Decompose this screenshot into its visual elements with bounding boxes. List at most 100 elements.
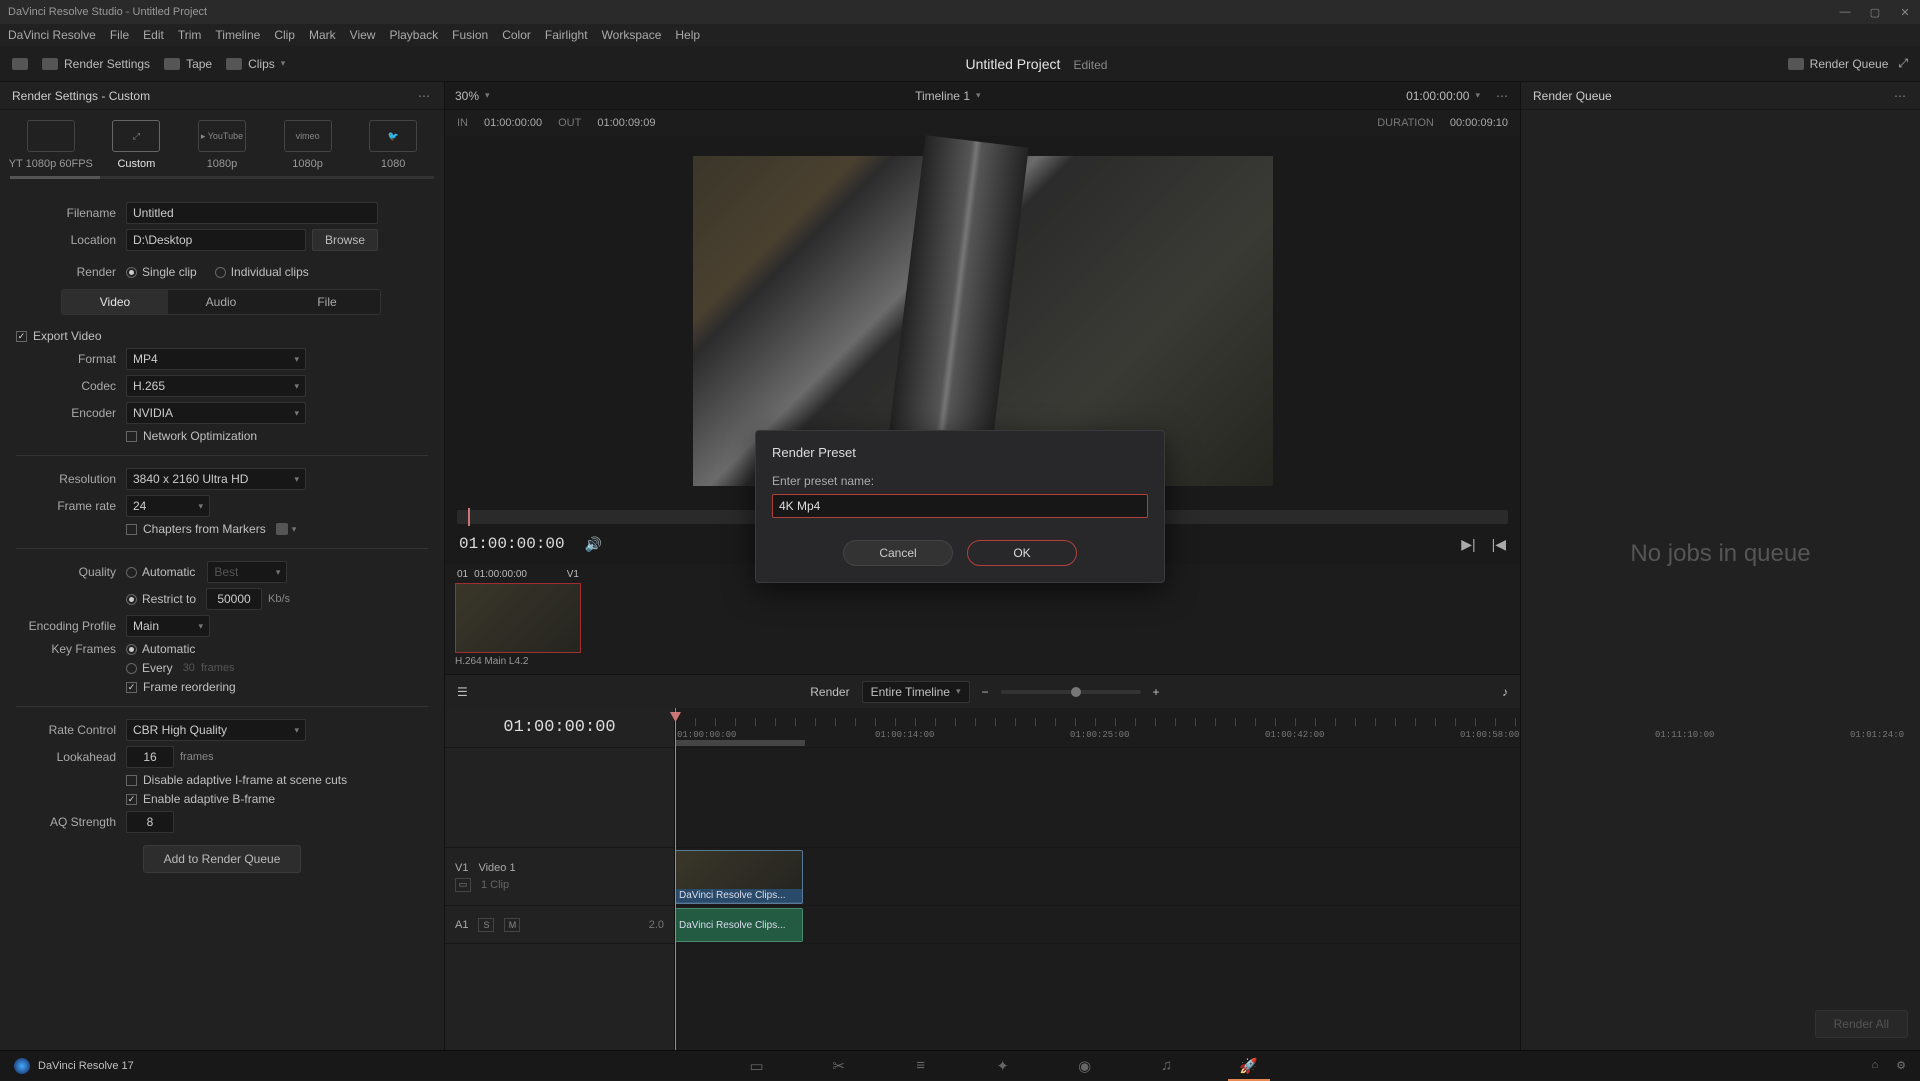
track-header-v1[interactable]: V1Video 1 ▭1 Clip xyxy=(445,848,674,906)
single-clip-radio[interactable] xyxy=(126,267,137,278)
video-clip[interactable]: DaVinci Resolve Clips... xyxy=(675,850,803,904)
preset-item-vimeo[interactable]: vimeo1080p xyxy=(265,120,351,170)
cut-page-icon[interactable]: ✂ xyxy=(828,1057,850,1075)
codec-select[interactable]: H.265▾ xyxy=(126,375,306,397)
minimize-icon[interactable]: — xyxy=(1838,5,1852,19)
menu-item[interactable]: Mark xyxy=(309,28,336,42)
aq-input[interactable] xyxy=(126,811,174,833)
menu-item[interactable]: Workspace xyxy=(602,28,662,42)
timeline-tracks[interactable]: 01:00:00:00 01:00:14:00 01:00:25:00 01:0… xyxy=(675,708,1520,1050)
resolution-select[interactable]: 3840 x 2160 Ultra HD▾ xyxy=(126,468,306,490)
tab-file[interactable]: File xyxy=(274,290,380,314)
location-input[interactable] xyxy=(126,229,306,251)
lookahead-input[interactable] xyxy=(126,746,174,768)
preset-item-custom[interactable]: ⤢Custom xyxy=(94,120,180,170)
zoom-in-icon[interactable]: + xyxy=(1153,685,1160,699)
menu-item[interactable]: Help xyxy=(675,28,700,42)
fairlight-page-icon[interactable]: ♫ xyxy=(1156,1057,1178,1075)
panel-menu-icon[interactable]: ⋯ xyxy=(418,89,432,103)
track-header-a1[interactable]: A1 S M 2.0 xyxy=(445,906,674,944)
zoom-value[interactable]: 30% xyxy=(455,89,479,103)
quality-auto-radio[interactable] xyxy=(126,567,137,578)
add-to-queue-button[interactable]: Add to Render Queue xyxy=(143,845,302,873)
bitrate-input[interactable] xyxy=(206,588,262,610)
chevron-down-icon[interactable]: ▾ xyxy=(1475,90,1480,101)
preset-item-twitter[interactable]: 🐦1080 xyxy=(350,120,436,170)
deliver-page-icon[interactable] xyxy=(12,58,28,70)
zoom-slider[interactable] xyxy=(1001,690,1141,694)
clips-toggle[interactable]: Clips▾ xyxy=(226,57,285,71)
network-opt-checkbox[interactable] xyxy=(126,431,137,442)
video-track-lane[interactable]: DaVinci Resolve Clips... xyxy=(675,848,1520,906)
timeline-ruler[interactable]: 01:00:00:00 01:00:14:00 01:00:25:00 01:0… xyxy=(675,708,1520,748)
last-icon[interactable]: |◀ xyxy=(1492,536,1506,553)
audio-clip[interactable]: DaVinci Resolve Clips... xyxy=(675,908,803,942)
browse-button[interactable]: Browse xyxy=(312,229,378,251)
marker-color-icon[interactable] xyxy=(276,523,288,535)
viewer-menu-icon[interactable]: ⋯ xyxy=(1496,89,1510,103)
rate-control-select[interactable]: CBR High Quality▾ xyxy=(126,719,306,741)
fusion-page-icon[interactable]: ✦ xyxy=(992,1057,1014,1075)
zoom-out-icon[interactable]: − xyxy=(982,685,989,699)
disable-iframe-checkbox[interactable] xyxy=(126,775,137,786)
frame-reorder-checkbox[interactable] xyxy=(126,682,137,693)
render-all-button[interactable]: Render All xyxy=(1815,1010,1908,1038)
mute-button[interactable]: M xyxy=(504,918,520,932)
playhead[interactable] xyxy=(675,708,676,1050)
settings-icon[interactable]: ⚙ xyxy=(1896,1059,1906,1072)
render-range-bar[interactable] xyxy=(675,740,805,746)
tape-toggle[interactable]: Tape xyxy=(164,57,212,71)
close-icon[interactable]: ✕ xyxy=(1898,5,1912,19)
preset-carousel[interactable]: YT 1080p 60FPS ⤢Custom ▸ YouTube1080p vi… xyxy=(0,110,444,170)
menu-item[interactable]: Edit xyxy=(143,28,164,42)
kf-auto-radio[interactable] xyxy=(126,644,137,655)
chapters-checkbox[interactable] xyxy=(126,524,137,535)
chevron-down-icon[interactable]: ▾ xyxy=(292,524,297,535)
preset-item-youtube[interactable]: ▸ YouTube1080p xyxy=(179,120,265,170)
expand-icon[interactable]: ⤢ xyxy=(1898,56,1908,71)
chevron-down-icon[interactable]: ▾ xyxy=(976,90,981,101)
export-video-checkbox[interactable] xyxy=(16,331,27,342)
preset-item[interactable]: YT 1080p 60FPS xyxy=(8,120,94,170)
preset-name-input[interactable] xyxy=(772,494,1148,518)
viewer-timecode[interactable]: 01:00:00:00 xyxy=(1406,89,1469,103)
enc-profile-select[interactable]: Main▾ xyxy=(126,615,210,637)
kf-every-radio[interactable] xyxy=(126,663,137,674)
menu-item[interactable]: View xyxy=(350,28,376,42)
volume-icon[interactable]: 🔊 xyxy=(585,536,602,553)
encoder-select[interactable]: NVIDIA▾ xyxy=(126,402,306,424)
color-page-icon[interactable]: ◉ xyxy=(1074,1057,1096,1075)
maximize-icon[interactable]: ▢ xyxy=(1868,5,1882,19)
preset-scrollbar[interactable] xyxy=(10,176,434,179)
menu-item[interactable]: Timeline xyxy=(215,28,260,42)
render-settings-toggle[interactable]: Render Settings xyxy=(42,57,150,71)
menu-item[interactable]: Playback xyxy=(389,28,438,42)
filename-input[interactable] xyxy=(126,202,378,224)
edit-page-icon[interactable]: ≡ xyxy=(910,1057,932,1075)
ok-button[interactable]: OK xyxy=(967,540,1077,566)
clip-thumbnail[interactable]: 0101:00:00:00V1 H.264 Main L4.2 xyxy=(455,568,581,667)
individual-clips-radio[interactable] xyxy=(215,267,226,278)
next-icon[interactable]: ▶| xyxy=(1461,536,1475,553)
framerate-select[interactable]: 24▾ xyxy=(126,495,210,517)
cancel-button[interactable]: Cancel xyxy=(843,540,953,566)
render-queue-toggle[interactable]: Render Queue xyxy=(1788,57,1889,71)
menu-item[interactable]: Clip xyxy=(274,28,295,42)
deliver-page-icon[interactable]: 🚀 xyxy=(1238,1057,1260,1075)
track-enable-icon[interactable]: ▭ xyxy=(455,878,471,892)
menu-item[interactable]: Fairlight xyxy=(545,28,588,42)
render-range-select[interactable]: Entire Timeline▾ xyxy=(862,681,970,703)
menu-item[interactable]: Color xyxy=(502,28,531,42)
tab-video[interactable]: Video xyxy=(62,290,168,314)
tab-audio[interactable]: Audio xyxy=(168,290,274,314)
timeline-name[interactable]: Timeline 1 xyxy=(915,89,970,103)
restrict-radio[interactable] xyxy=(126,594,137,605)
solo-button[interactable]: S xyxy=(478,918,494,932)
enable-bframe-checkbox[interactable] xyxy=(126,794,137,805)
home-icon[interactable]: ⌂ xyxy=(1871,1059,1878,1072)
music-icon[interactable]: ♪ xyxy=(1502,685,1508,699)
audio-track-lane[interactable]: DaVinci Resolve Clips... xyxy=(675,906,1520,944)
timeline-view-icon[interactable]: ☰ xyxy=(457,685,468,699)
format-select[interactable]: MP4▾ xyxy=(126,348,306,370)
menu-item[interactable]: File xyxy=(110,28,129,42)
